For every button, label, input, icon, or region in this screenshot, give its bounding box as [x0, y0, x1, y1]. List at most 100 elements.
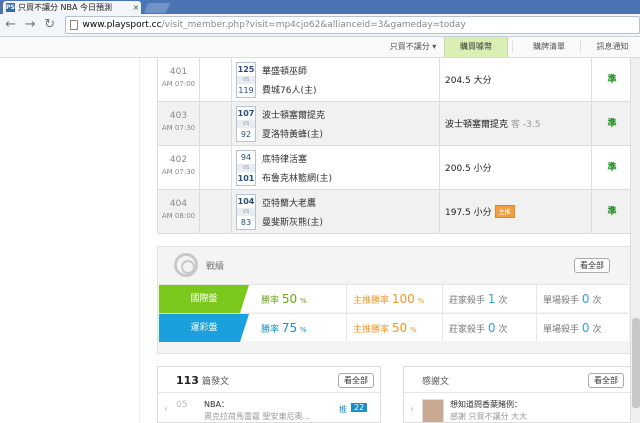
- pick-handicap: 客 -3.5: [511, 120, 541, 130]
- game-time: AM 07:00: [161, 80, 196, 88]
- blank-cell: [200, 190, 232, 233]
- chevron-left-icon[interactable]: ‹: [164, 404, 168, 415]
- page-icon: [69, 20, 78, 30]
- result-badge: 準: [607, 207, 617, 217]
- stats-panel: 戰績 看全部 國際盤 勝率 50 % 主推勝率 100 % 莊家殺手 1 次 單…: [157, 246, 631, 354]
- pick-text: 197.5 小分: [445, 208, 492, 218]
- win-rate: 勝率 75 %: [255, 314, 347, 342]
- scrollbar-thumb[interactable]: [632, 318, 640, 408]
- cart-button[interactable]: 購牌清單: [520, 37, 578, 57]
- chevron-left-icon[interactable]: ‹: [410, 404, 414, 415]
- team-home[interactable]: 夏洛特黃蜂(主): [262, 127, 323, 140]
- scorebox: 107 VS 92: [236, 106, 256, 142]
- team-away[interactable]: 波士頓塞爾提克: [262, 108, 325, 121]
- pick-cell: 波士頓塞爾提克 客 -3.5: [440, 102, 592, 145]
- game-id-cell: 403 AM 07:30: [158, 102, 200, 145]
- thanks-subtitle[interactable]: 感謝 只買不讓分 大大: [450, 411, 527, 422]
- game-id-cell: 402 AM 07:30: [158, 146, 200, 189]
- stats-title: 戰績: [206, 262, 225, 272]
- team-away[interactable]: 華盛頓巫師: [262, 64, 307, 77]
- score-bottom: 101: [237, 174, 255, 183]
- teams-cell: 104 VS 83 亞特蘭大老鷹 曼斐斯灰熊(主): [232, 190, 440, 233]
- team-home[interactable]: 曼斐斯灰熊(主): [262, 215, 323, 228]
- single-game-killer: 單場殺手 0 次: [543, 321, 602, 335]
- game-id: 401: [169, 67, 188, 77]
- scorebox: 104 VS 83: [236, 194, 256, 230]
- avatar[interactable]: [422, 399, 444, 423]
- forward-arrow-icon[interactable]: →: [22, 16, 40, 34]
- user-menu[interactable]: 只買不讓分 ▾: [383, 37, 443, 57]
- posts-card: 113 篇發文 看全部 ‹ 05 NBA： 奧克拉荷馬雷霆 聖安東尼奧... 推 …: [157, 366, 381, 423]
- game-id: 403: [169, 111, 188, 121]
- blank-cell: [200, 58, 232, 101]
- bookie-killer: 莊家殺手 0 次: [443, 314, 537, 342]
- url-host: www.playsport.cc: [82, 20, 162, 30]
- browser-toolbar: ← → ↻ www.playsport.cc /visit_member.php…: [0, 14, 640, 37]
- browser-titlebar: PS 只買不讓分 NBA 今日預測 ×: [0, 0, 640, 14]
- browser-tab[interactable]: PS 只買不讓分 NBA 今日預測 ×: [3, 1, 141, 14]
- main-pick-win-rate: 主推勝率 100 %: [347, 285, 443, 313]
- divider: [580, 41, 581, 53]
- tab-title: 只買不讓分 NBA 今日預測: [18, 3, 113, 12]
- post-date: 05: [176, 400, 188, 410]
- table-row: 404 AM 08:00 104 VS 83 亞特蘭大老鷹 曼斐斯灰熊(主) 1…: [158, 190, 630, 234]
- score-top: 104: [237, 197, 255, 206]
- stats-header: 戰績 看全部: [158, 247, 630, 283]
- buy-coins-button[interactable]: 購買噱幣: [444, 37, 508, 57]
- push-count: 22: [351, 403, 368, 412]
- vs-label: VS: [237, 208, 255, 216]
- post-subtitle[interactable]: 奧克拉荷馬雷霆 聖安東尼奧...: [204, 411, 310, 422]
- league-label: 國際盤: [159, 285, 249, 313]
- score-bottom: 92: [240, 130, 252, 139]
- score-bottom: 83: [240, 218, 252, 227]
- url-path: /visit_member.php?visit=mp4cjo62&allianc…: [161, 20, 466, 30]
- notifications-button[interactable]: 訊息通知: [585, 37, 640, 57]
- team-away[interactable]: 底特律活塞: [262, 152, 307, 165]
- site-favicon-icon: PS: [6, 3, 15, 12]
- scorebox: 125 VS 119: [236, 62, 256, 98]
- single-game-killer: 單場殺手 0 次: [543, 292, 602, 306]
- table-row: 403 AM 07:30 107 VS 92 波士頓塞爾提克 夏洛特黃蜂(主) …: [158, 102, 630, 146]
- table-row: 402 AM 07:30 94 VS 101 底特律活塞 布魯克林籃網(主) 2…: [158, 146, 630, 190]
- vs-label: VS: [237, 164, 255, 172]
- address-bar[interactable]: www.playsport.cc /visit_member.php?visit…: [64, 16, 640, 34]
- view-all-thanks-button[interactable]: 看全部: [588, 373, 624, 388]
- push-label: 推: [339, 405, 347, 414]
- back-arrow-icon[interactable]: ←: [2, 16, 20, 34]
- target-icon: [174, 253, 198, 277]
- win-rate: 勝率 50 %: [255, 285, 347, 313]
- game-id: 402: [169, 155, 188, 165]
- team-home[interactable]: 費城76人(主): [262, 83, 316, 96]
- page-scrollbar[interactable]: [630, 58, 640, 423]
- thanks-card: 感謝文 看全部 ‹ 想知道問香葉賭例： 感謝 只買不讓分 大大: [403, 366, 631, 423]
- new-tab-button[interactable]: [143, 3, 171, 13]
- blank-cell: [200, 146, 232, 189]
- thanks-title[interactable]: 想知道問香葉賭例：: [450, 399, 522, 410]
- view-all-posts-button[interactable]: 看全部: [338, 373, 374, 388]
- team-away[interactable]: 亞特蘭大老鷹: [262, 196, 316, 209]
- teams-cell: 94 VS 101 底特律活塞 布魯克林籃網(主): [232, 146, 440, 189]
- games-table: 401 AM 07:00 125 VS 119 華盛頓巫師 費城76人(主) 2…: [157, 58, 631, 234]
- teams-cell: 125 VS 119 華盛頓巫師 費城76人(主): [232, 58, 440, 101]
- main-pick-badge: 主推: [494, 205, 515, 218]
- thanks-card-title: 感謝文: [422, 377, 450, 387]
- game-time: AM 07:30: [161, 168, 196, 176]
- divider: [158, 392, 380, 393]
- pick-text: 200.5 小分: [445, 164, 492, 174]
- reload-icon[interactable]: ↻: [41, 16, 59, 34]
- pick-cell: 197.5 小分 主推: [440, 190, 592, 233]
- team-home[interactable]: 布魯克林籃網(主): [262, 171, 332, 184]
- view-all-stats-button[interactable]: 看全部: [574, 258, 610, 273]
- divider: [512, 41, 513, 53]
- left-column: [0, 58, 140, 423]
- league-label: 運彩盤: [159, 314, 249, 342]
- blank-cell: [200, 102, 232, 145]
- post-count: 113: [176, 374, 199, 387]
- game-id: 404: [169, 199, 188, 209]
- vs-label: VS: [237, 120, 255, 128]
- close-icon[interactable]: ×: [131, 3, 141, 12]
- post-title[interactable]: NBA：: [204, 399, 229, 410]
- game-id-cell: 404 AM 08:00: [158, 190, 200, 233]
- score-top: 125: [237, 65, 255, 74]
- vs-label: VS: [237, 76, 255, 84]
